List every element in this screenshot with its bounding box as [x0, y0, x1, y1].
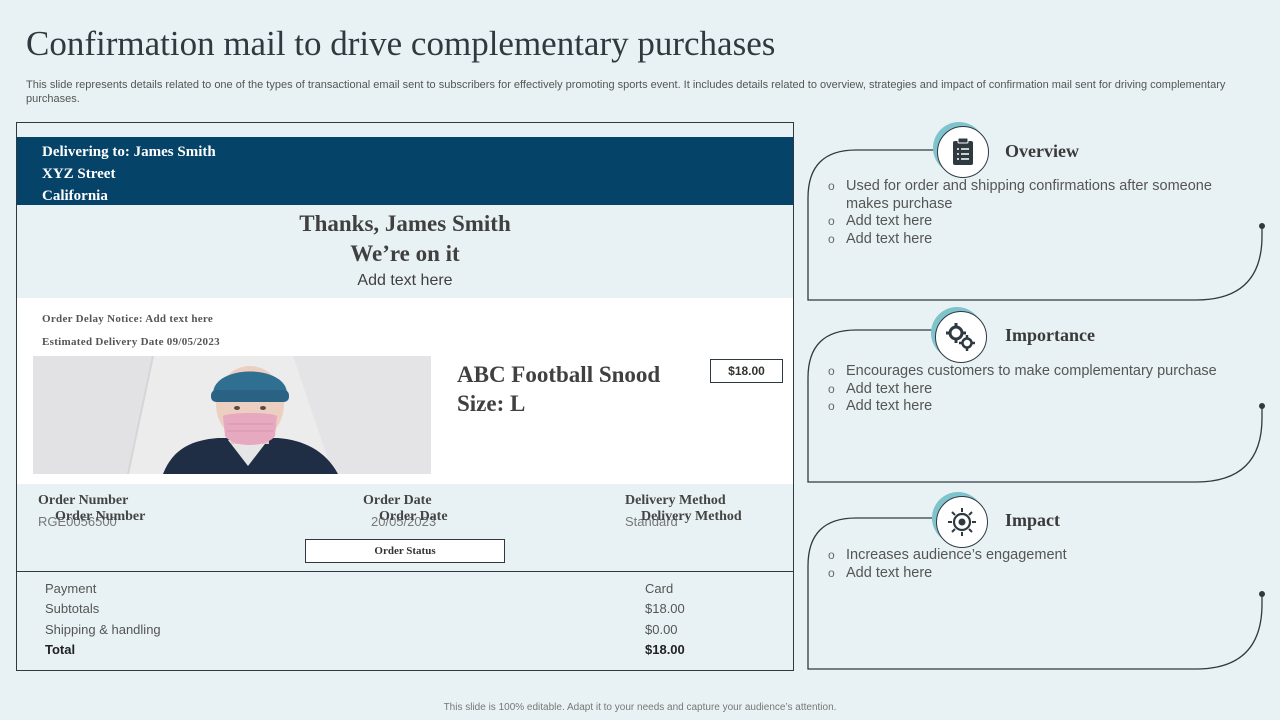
subtotals-value: $18.00 — [645, 601, 685, 616]
slide-footer: This slide is 100% editable. Adapt it to… — [443, 702, 837, 713]
overview-bullets: Used for order and shipping confirmation… — [828, 178, 1228, 248]
email-card: Delivering to: James Smith XYZ Street Ca… — [16, 122, 794, 671]
order-date-header: Order Date — [363, 493, 432, 508]
impact-bullet: Increases audience’s engagement — [828, 547, 1228, 565]
impact-bullets: Increases audience’s engagement Add text… — [828, 547, 1228, 582]
importance-bullet: Add text here — [828, 398, 1228, 416]
price-tag: $18.00 — [710, 359, 783, 383]
slide-subtitle: This slide represents details related to… — [26, 79, 1226, 105]
overview-bullet: Used for order and shipping confirmation… — [828, 178, 1228, 213]
shipping-label: Shipping & handling — [45, 622, 161, 637]
impact-panel: Impact Increases audience’s engagement A… — [806, 492, 1265, 672]
total-label: Total — [45, 642, 76, 657]
importance-bullet: Encourages customers to make complementa… — [828, 363, 1228, 381]
order-status-button[interactable]: Order Status — [305, 539, 505, 563]
delivery-address-band: Delivering to: James Smith XYZ Street Ca… — [17, 137, 793, 205]
importance-panel: Importance Encourages customers to make … — [806, 307, 1265, 484]
importance-bullet: Add text here — [828, 381, 1228, 399]
state: California — [42, 188, 108, 204]
order-number-header: Order Number — [38, 493, 129, 508]
overview-icon-wrap — [933, 122, 989, 178]
importance-bullets: Encourages customers to make complementa… — [828, 363, 1228, 416]
impact-title: Impact — [1005, 510, 1060, 530]
target-icon — [948, 508, 976, 536]
street: XYZ Street — [42, 166, 116, 182]
overview-bullet: Add text here — [828, 231, 1228, 249]
payment-value: Card — [645, 581, 674, 596]
order-date-header-2: Order Date — [379, 509, 448, 524]
impact-icon-wrap — [932, 492, 988, 548]
overview-title: Overview — [1005, 141, 1079, 161]
product-size: Size: L — [457, 391, 526, 416]
order-number-header-2: Order Number — [55, 509, 146, 524]
impact-bullet: Add text here — [828, 565, 1228, 583]
delivering-to: Delivering to: James Smith — [42, 144, 216, 160]
thanks-line: Thanks, James Smith — [299, 211, 511, 236]
product-info: ABC Football Snood Size: L — [457, 360, 660, 418]
total-value: $18.00 — [645, 642, 685, 657]
product-section: Order Delay Notice: Add text here Estima… — [17, 298, 793, 484]
delay-notice: Order Delay Notice: Add text here — [42, 313, 214, 325]
card-divider — [17, 571, 793, 572]
estimated-delivery: Estimated Delivery Date 09/05/2023 — [42, 336, 220, 348]
on-it-line: We’re on it — [350, 241, 460, 266]
shipping-value: $0.00 — [645, 622, 678, 637]
overview-bullet: Add text here — [828, 213, 1228, 231]
overview-panel: Overview Used for order and shipping con… — [806, 122, 1265, 302]
importance-icon-wrap — [931, 307, 987, 363]
subtotals-label: Subtotals — [45, 601, 100, 616]
product-name: ABC Football Snood — [457, 362, 661, 387]
gears-icon — [946, 323, 975, 351]
product-photo — [33, 356, 431, 474]
delivery-method-header: Delivery Method — [625, 493, 726, 508]
delivery-method-header-2: Delivery Method — [641, 509, 742, 524]
importance-title: Importance — [1005, 325, 1095, 345]
clipboard-icon — [953, 138, 973, 165]
payment-label: Payment — [45, 581, 97, 596]
thanks-add-text: Add text here — [357, 272, 453, 289]
slide-title: Confirmation mail to drive complementary… — [26, 24, 776, 63]
